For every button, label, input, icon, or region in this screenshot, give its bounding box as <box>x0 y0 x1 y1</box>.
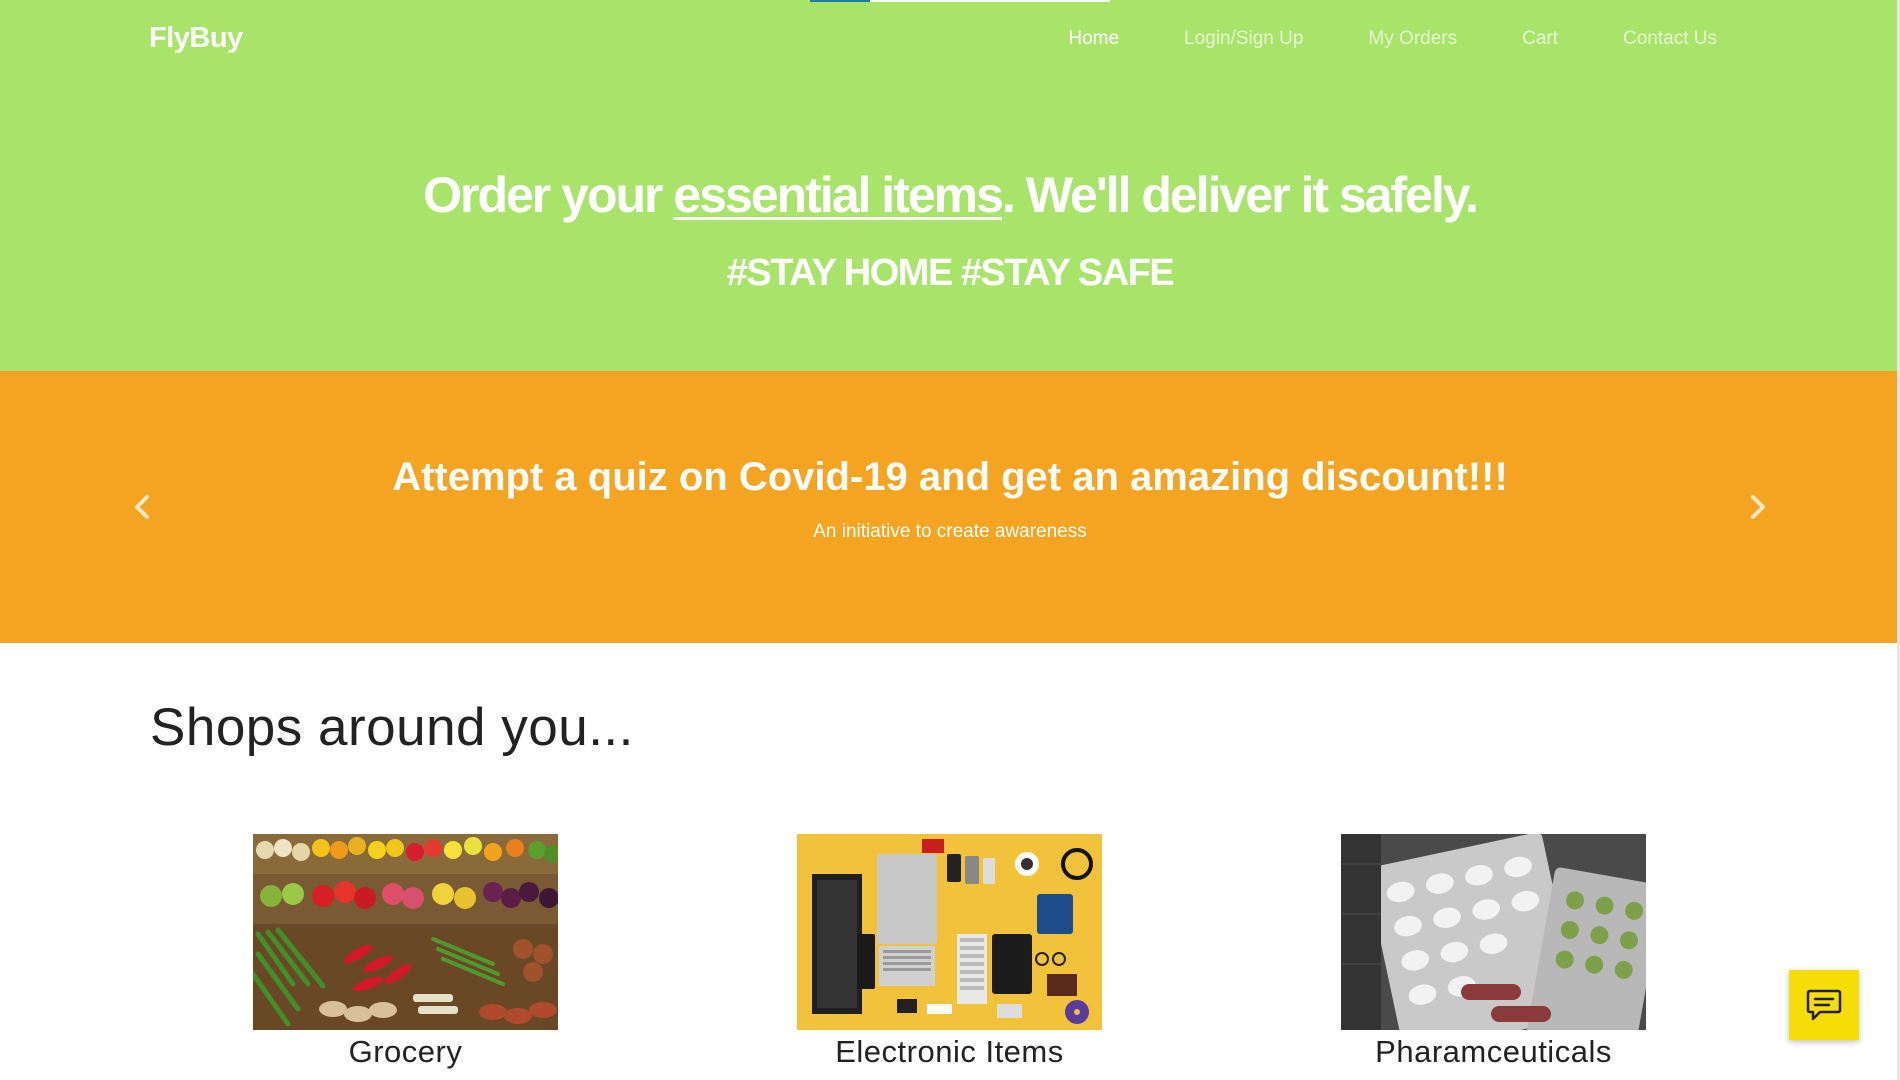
nav-link-cart[interactable]: Cart <box>1522 28 1558 50</box>
scroll-indicator-thumb <box>810 0 870 2</box>
hero-title: Order your essential items. We'll delive… <box>0 166 1900 224</box>
nav-links: Home Login/Sign Up My Orders Cart Contac… <box>1003 28 1717 50</box>
navbar: FlyBuy Home Login/Sign Up My Orders Cart… <box>0 0 1900 80</box>
carousel-next-button[interactable] <box>1742 492 1772 522</box>
shops-heading: Shops around you... <box>150 698 634 757</box>
nav-link-my-orders[interactable]: My Orders <box>1368 28 1457 50</box>
shop-label-electronics[interactable]: Electronic Items <box>797 1034 1102 1070</box>
pharmaceuticals-image[interactable] <box>1341 834 1646 1030</box>
hero-subtitle: #STAY HOME #STAY SAFE <box>726 252 1175 294</box>
hero-title-before: Order your <box>423 167 674 223</box>
carousel-caption: An initiative to create awareness <box>813 521 1087 542</box>
chat-button[interactable] <box>1789 970 1859 1040</box>
promo-carousel: Attempt a quiz on Covid-19 and get an am… <box>0 371 1900 643</box>
shop-label-grocery[interactable]: Grocery <box>253 1034 558 1070</box>
grocery-image[interactable] <box>253 834 558 1030</box>
shop-card-electronics[interactable]: Electronic Items <box>797 834 1102 1070</box>
shop-card-grocery[interactable]: Grocery <box>253 834 558 1070</box>
scroll-indicator <box>810 0 1110 2</box>
hero-title-after: . We'll deliver it safely. <box>1001 167 1479 223</box>
nav-link-contact-us[interactable]: Contact Us <box>1623 28 1717 50</box>
nav-link-login-signup[interactable]: Login/Sign Up <box>1184 28 1303 50</box>
shop-label-pharmaceuticals[interactable]: Pharamceuticals <box>1341 1034 1646 1070</box>
electronics-image[interactable] <box>797 834 1102 1030</box>
hero-title-highlight: essential items <box>673 167 1004 223</box>
shop-card-pharmaceuticals[interactable]: Pharamceuticals <box>1341 834 1646 1070</box>
carousel-heading: Attempt a quiz on Covid-19 and get an am… <box>392 455 1508 499</box>
brand-logo[interactable]: FlyBuy <box>149 22 243 55</box>
hero-section: FlyBuy Home Login/Sign Up My Orders Cart… <box>0 0 1900 371</box>
nav-link-home[interactable]: Home <box>1068 28 1119 50</box>
chat-icon <box>1806 989 1842 1021</box>
chevron-right-icon <box>1751 495 1765 519</box>
